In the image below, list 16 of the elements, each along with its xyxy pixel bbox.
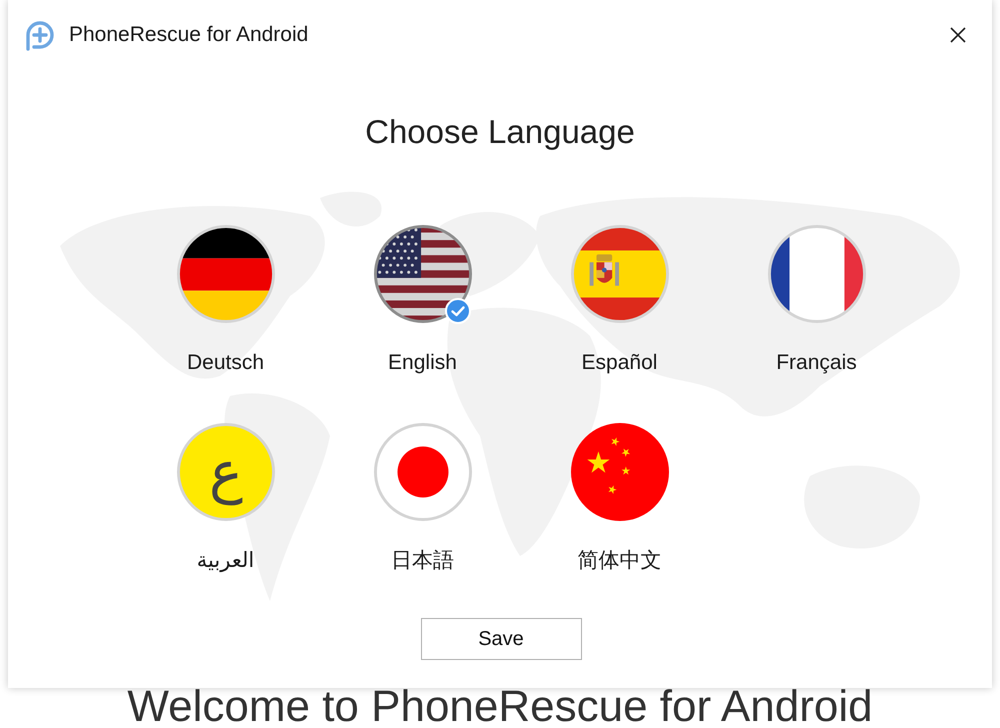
language-option[interactable]: 日本語 — [374, 423, 472, 574]
language-option[interactable]: 简体中文 — [570, 423, 668, 574]
app-logo-icon — [24, 19, 56, 51]
close-icon — [950, 27, 966, 43]
page-heading: Welcome to PhoneRescue for Android — [126, 688, 874, 726]
japan-flag-icon — [374, 423, 472, 521]
dialog-heading: Choose Language — [364, 112, 636, 152]
france-flag-icon — [768, 225, 866, 323]
language-option[interactable]: Français — [768, 225, 866, 376]
arabic-letter-icon: ع — [176, 423, 274, 521]
germany-flag-icon — [176, 225, 274, 323]
language-option[interactable]: English — [374, 225, 472, 376]
language-option[interactable]: Español — [570, 225, 668, 376]
save-button[interactable]: Save — [420, 618, 582, 660]
window-title: PhoneRescue for Android — [69, 23, 310, 47]
spain-flag-icon — [570, 225, 668, 323]
